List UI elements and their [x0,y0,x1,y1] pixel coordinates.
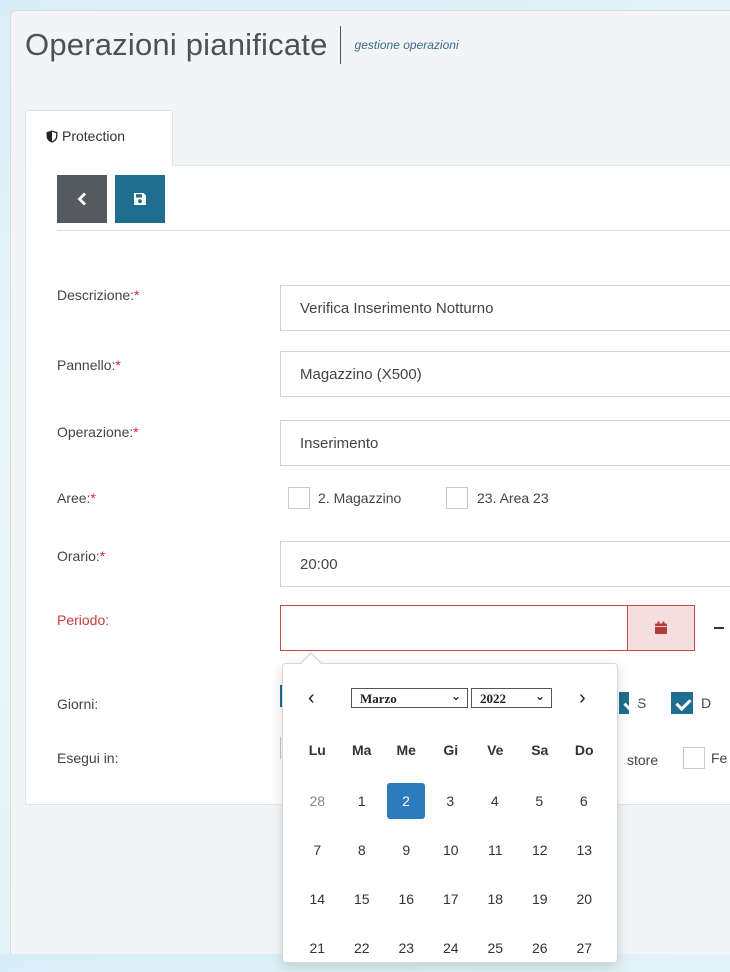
day-cell[interactable]: 10 [429,832,474,868]
tab-protection[interactable]: Protection [25,110,173,166]
toolbar-divider [57,230,730,231]
range-separator [714,627,724,629]
descrizione-field[interactable]: Verifica Inserimento Notturno [280,285,730,331]
year-select[interactable]: 2022 ⌄ [471,688,552,708]
weekday-label: Lu [308,742,326,758]
giorni-option-s[interactable]: S [619,692,646,714]
day-cell[interactable]: 16 [384,881,429,917]
day-cell[interactable]: 23 [384,930,429,966]
day-cell-selected[interactable]: 2 [387,782,425,819]
checkbox[interactable] [683,747,705,769]
chevron-left-icon [77,192,86,206]
calendar-grid: Lu Ma Me Gi Ve Sa Do 28 1 2 3 4 5 6 7 8 … [295,738,607,972]
day-cell[interactable]: 24 [429,930,474,966]
pannello-label: Pannello:* [57,357,121,373]
day-cell[interactable]: 8 [340,832,385,868]
week-row: 28 1 2 3 4 5 6 [295,776,607,825]
floppy-icon [134,193,146,205]
back-button[interactable] [57,175,107,223]
day-cell[interactable]: 27 [562,930,607,966]
day-cell[interactable]: 21 [295,930,340,966]
day-cell[interactable]: 5 [517,783,562,819]
periodo-label: Periodo: [57,612,110,628]
datepicker-pointer-fill [300,654,322,665]
orario-field[interactable]: 20:00 [280,541,730,587]
week-row: 21 22 23 24 25 26 27 [295,923,607,972]
weekday-label: Ma [352,742,372,758]
datepicker-header: ‹ Marzo ⌄ 2022 ⌄ › [283,664,617,728]
weekday-label: Do [574,742,594,758]
pannello-select[interactable]: Magazzino (X500) [280,351,730,397]
save-button[interactable] [115,175,165,223]
weekday-label: Me [396,742,416,758]
day-cell[interactable]: 11 [473,832,518,868]
day-cell[interactable]: 9 [384,832,429,868]
day-cell[interactable]: 3 [428,783,473,819]
datepicker-popup: ‹ Marzo ⌄ 2022 ⌄ › Lu Ma Me Gi Ve Sa Do … [282,663,618,963]
weekday-label: Sa [531,742,549,758]
page-subtitle: gestione operazioni [354,38,459,52]
day-cell[interactable]: 12 [518,832,563,868]
shield-icon [46,130,58,143]
day-cell[interactable]: 4 [473,783,518,819]
esegui-option-store[interactable]: store [627,752,658,768]
day-cell[interactable]: 7 [295,832,340,868]
prev-month-button[interactable]: ‹ [308,687,315,710]
day-cell[interactable]: 26 [518,930,563,966]
month-select[interactable]: Marzo ⌄ [351,688,468,708]
weekday-label: Gi [443,742,459,758]
week-row: 7 8 9 10 11 12 13 [295,825,607,874]
page-title: Operazioni pianificate [25,27,328,62]
next-month-button[interactable]: › [579,687,586,710]
day-cell[interactable]: 28 [295,783,340,819]
weekday-row: Lu Ma Me Gi Ve Sa Do [295,738,607,762]
day-cell[interactable]: 19 [518,881,563,917]
day-cell[interactable]: 15 [340,881,385,917]
tab-label: Protection [62,128,126,144]
day-cell[interactable]: 17 [429,881,474,917]
day-cell[interactable]: 18 [473,881,518,917]
day-cell[interactable]: 6 [562,783,607,819]
day-cell[interactable]: 14 [295,881,340,917]
day-cell[interactable]: 1 [340,783,385,819]
operazione-select[interactable]: Inserimento [280,420,730,466]
aree-option-magazzino[interactable]: 2. Magazzino [288,487,401,509]
giorni-option-d[interactable]: D [671,692,711,714]
day-cell[interactable]: 22 [340,930,385,966]
checkbox[interactable] [288,487,310,509]
orario-label: Orario:* [57,548,106,564]
day-cell[interactable]: 20 [562,881,607,917]
calendar-button[interactable] [627,605,695,651]
esegui-label: Esegui in: [57,750,119,766]
day-cell[interactable]: 13 [562,832,607,868]
weekday-label: Ve [487,742,504,758]
aree-label: Aree:* [57,490,96,506]
checkbox[interactable] [446,487,468,509]
chevron-down-icon: ⌄ [534,689,545,703]
giorni-label: Giorni: [57,696,99,712]
page-header: Operazioni pianificate gestione operazio… [25,26,459,64]
periodo-field[interactable] [280,605,628,651]
operazione-label: Operazione:* [57,424,139,440]
chevron-down-icon: ⌄ [450,689,461,703]
esegui-option-fe[interactable]: Fe [683,747,727,769]
checkbox[interactable] [671,692,693,714]
descrizione-label: Descrizione:* [57,287,140,303]
day-cell[interactable]: 25 [473,930,518,966]
aree-option-area-23[interactable]: 23. Area 23 [446,487,549,509]
week-row: 14 15 16 17 18 19 20 [295,874,607,923]
title-divider [339,26,341,64]
calendar-icon [655,621,667,634]
checkbox[interactable] [619,692,629,714]
